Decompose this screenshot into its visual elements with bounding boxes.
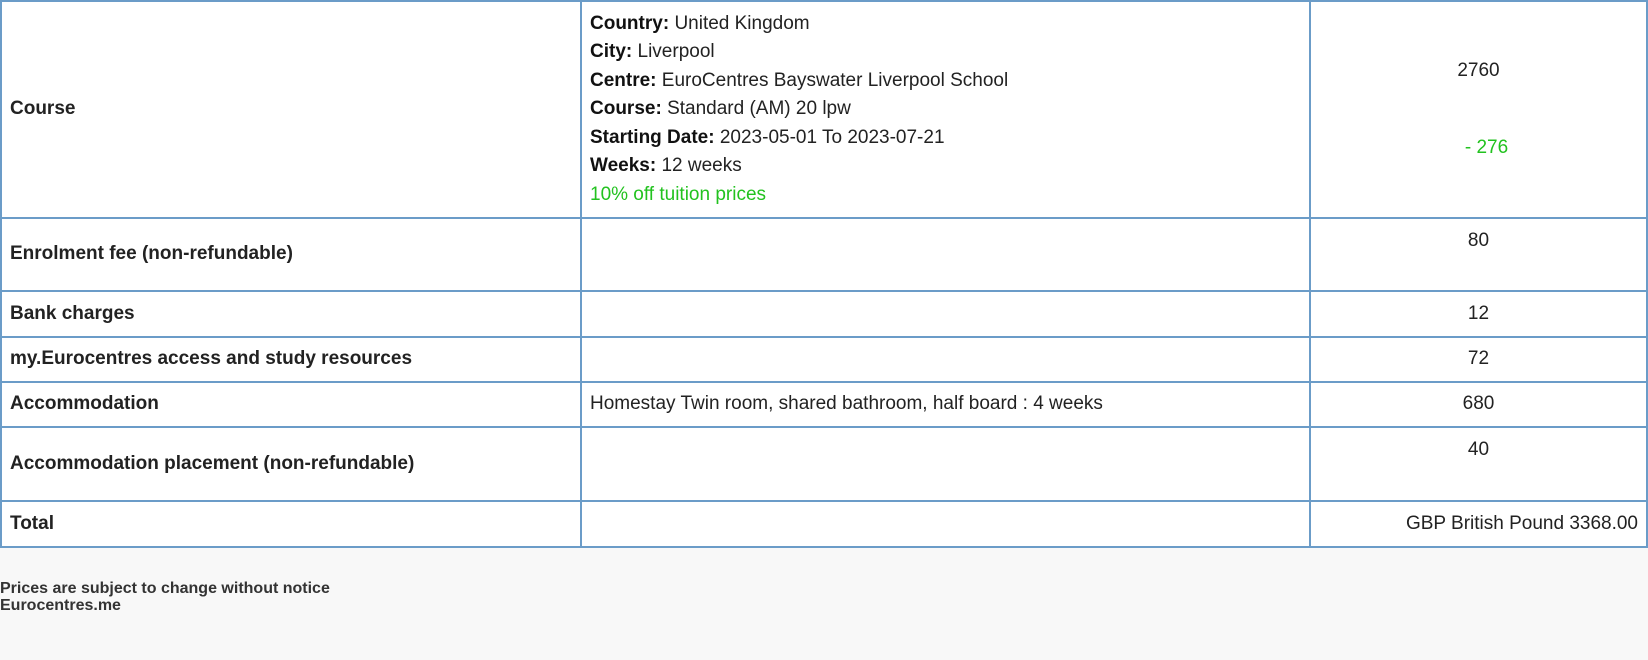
table-row-bank: Bank charges 12 <box>0 290 1648 338</box>
row-label-accommodation: Accommodation <box>0 381 582 428</box>
detail-city: City: Liverpool <box>590 38 1301 67</box>
table-row-total: Total GBP British Pound 3368.00 <box>0 500 1648 548</box>
detail-value: 12 weeks <box>661 155 742 177</box>
course-amount: 2760 <box>1457 60 1500 81</box>
row-amount-enrolment: 80 <box>1309 217 1648 292</box>
detail-key: Centre: <box>590 69 657 91</box>
price-quote-table: Course Country: United Kingdom City: Liv… <box>0 0 1648 548</box>
row-label-bank: Bank charges <box>0 290 582 338</box>
table-row-enrolment: Enrolment fee (non-refundable) 80 <box>0 217 1648 292</box>
course-amount-cell: 2760 - 276 <box>1309 0 1648 219</box>
detail-weeks: Weeks: 12 weeks <box>590 152 1301 181</box>
table-row-course: Course Country: United Kingdom City: Liv… <box>0 0 1648 219</box>
detail-starting-date: Starting Date: 2023-05-01 To 2023-07-21 <box>590 124 1301 153</box>
table-row-placement: Accommodation placement (non-refundable)… <box>0 426 1648 502</box>
price-disclaimer: Prices are subject to change without not… <box>0 580 330 597</box>
row-details-access <box>580 336 1311 383</box>
row-details-placement <box>580 426 1311 502</box>
footer-notice: Prices are subject to change without not… <box>0 580 1648 614</box>
detail-key: Weeks: <box>590 155 657 177</box>
detail-value: 2023-05-01 To 2023-07-21 <box>719 126 945 148</box>
detail-value: Liverpool <box>637 41 715 63</box>
course-discount: - 276 <box>1464 136 1509 158</box>
row-label-course: Course <box>0 0 582 219</box>
detail-value: Standard (AM) 20 lpw <box>667 98 851 120</box>
row-amount-bank: 12 <box>1309 290 1648 338</box>
course-details-cell: Country: United Kingdom City: Liverpool … <box>580 0 1311 219</box>
detail-key: City: <box>590 41 633 63</box>
detail-centre: Centre: EuroCentres Bayswater Liverpool … <box>590 67 1301 96</box>
row-amount-placement: 40 <box>1309 426 1648 502</box>
total-amount: GBP British Pound 3368.00 <box>1309 500 1648 548</box>
row-details-bank <box>580 290 1311 338</box>
row-details-enrolment <box>580 217 1311 292</box>
row-label-access: my.Eurocentres access and study resource… <box>0 336 582 383</box>
detail-key: Country: <box>590 12 670 34</box>
row-details-accommodation: Homestay Twin room, shared bathroom, hal… <box>580 381 1311 428</box>
row-label-enrolment: Enrolment fee (non-refundable) <box>0 217 582 292</box>
detail-value: United Kingdom <box>674 12 810 34</box>
table-row-access: my.Eurocentres access and study resource… <box>0 336 1648 383</box>
row-label-placement: Accommodation placement (non-refundable) <box>0 426 582 502</box>
detail-country: Country: United Kingdom <box>590 10 1301 39</box>
detail-course: Course: Standard (AM) 20 lpw <box>590 95 1301 124</box>
detail-value: EuroCentres Bayswater Liverpool School <box>661 69 1009 91</box>
detail-key: Course: <box>590 98 662 120</box>
row-details-total <box>580 500 1311 548</box>
row-amount-accommodation: 680 <box>1309 381 1648 428</box>
promo-text: 10% off tuition prices <box>590 183 767 205</box>
row-label-total: Total <box>0 500 582 548</box>
detail-key: Starting Date: <box>590 126 715 148</box>
row-amount-access: 72 <box>1309 336 1648 383</box>
site-name: Eurocentres.me <box>0 597 121 614</box>
table-row-accommodation: Accommodation Homestay Twin room, shared… <box>0 381 1648 428</box>
